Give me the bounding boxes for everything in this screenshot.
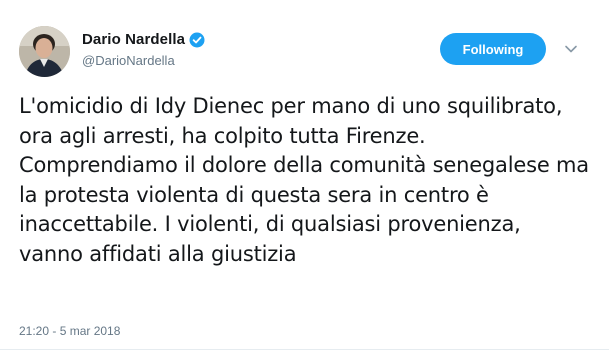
following-button[interactable]: Following <box>440 33 546 65</box>
tweet: Dario Nardella @DarioNardella Following … <box>0 0 609 363</box>
author-handle[interactable]: @DarioNardella <box>82 53 175 68</box>
tweet-text: L'omicidio di Idy Dienec per mano di uno… <box>19 94 589 266</box>
user-avatar[interactable] <box>19 26 70 77</box>
verified-badge-icon <box>189 32 205 48</box>
author-display-name[interactable]: Dario Nardella <box>82 31 185 48</box>
chevron-down-icon[interactable] <box>564 42 578 56</box>
tweet-timestamp[interactable]: 21:20 - 5 mar 2018 <box>19 324 120 338</box>
divider <box>0 349 609 350</box>
author-name-row: Dario Nardella <box>82 31 205 48</box>
